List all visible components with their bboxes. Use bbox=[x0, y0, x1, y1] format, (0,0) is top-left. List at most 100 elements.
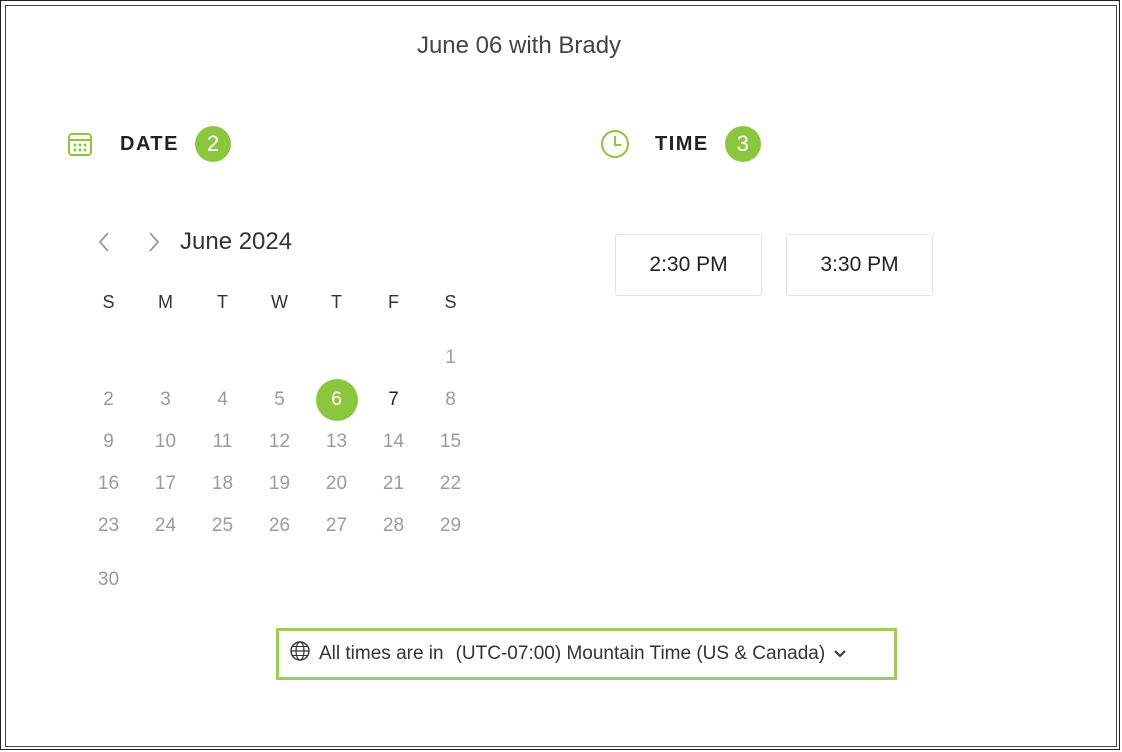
calendar-day-unavailable: 25 bbox=[194, 505, 251, 547]
calendar-day-unavailable: 11 bbox=[194, 421, 251, 463]
calendar-icon bbox=[64, 128, 96, 160]
calendar-month-label: June 2024 bbox=[180, 228, 293, 255]
calendar-day-number: 15 bbox=[439, 431, 462, 452]
time-slot-button[interactable]: 2:30 PM bbox=[615, 234, 762, 296]
calendar-navigation: June 2024 bbox=[92, 224, 292, 260]
time-step-badge: 3 bbox=[724, 126, 761, 162]
calendar-day-unavailable: 20 bbox=[308, 463, 365, 505]
calendar-empty-cell bbox=[365, 559, 422, 601]
weekday-header-row: SMTWTFS bbox=[80, 292, 479, 313]
calendar-day-unavailable: 5 bbox=[251, 379, 308, 421]
calendar-day-number: 24 bbox=[154, 515, 177, 536]
calendar-day-number: 22 bbox=[439, 473, 462, 494]
calendar-day-number: 19 bbox=[268, 473, 291, 494]
chevron-left-icon bbox=[98, 232, 109, 252]
clock-icon bbox=[599, 128, 631, 160]
calendar-day-unavailable: 1 bbox=[422, 337, 479, 379]
calendar-day-number: 9 bbox=[103, 431, 114, 452]
calendar-day-available[interactable]: 7 bbox=[365, 379, 422, 421]
calendar-day-number: 7 bbox=[388, 389, 399, 410]
calendar-empty-cell bbox=[194, 337, 251, 379]
calendar-day-unavailable: 10 bbox=[137, 421, 194, 463]
calendar-day-unavailable: 16 bbox=[80, 463, 137, 505]
calendar-empty-cell bbox=[137, 559, 194, 601]
weekday-label: T bbox=[217, 292, 228, 312]
calendar-empty-cell bbox=[308, 337, 365, 379]
calendar-empty-cell bbox=[251, 337, 308, 379]
date-section-label: DATE bbox=[120, 132, 179, 155]
timezone-select[interactable]: All times are in (UTC-07:00) Mountain Ti… bbox=[276, 628, 897, 680]
weekday-label: S bbox=[102, 292, 115, 312]
calendar-day-number: 17 bbox=[154, 473, 177, 494]
chevron-down-icon bbox=[833, 649, 847, 659]
calendar-day-unavailable: 28 bbox=[365, 505, 422, 547]
calendar-day-selected[interactable]: 6 bbox=[308, 379, 365, 421]
calendar-day-number: 14 bbox=[382, 431, 405, 452]
calendar-day-unavailable: 30 bbox=[80, 559, 137, 601]
calendar-week-row: 2 3 4 5 6 7 8 bbox=[80, 379, 479, 421]
calendar-day-unavailable: 4 bbox=[194, 379, 251, 421]
time-slot-button[interactable]: 3:30 PM bbox=[786, 234, 933, 296]
calendar-empty-cell bbox=[365, 337, 422, 379]
globe-icon bbox=[289, 640, 311, 668]
calendar-week-row: 9 10 11 12 13 14 15 bbox=[80, 421, 479, 463]
calendar-day-unavailable: 27 bbox=[308, 505, 365, 547]
calendar-day-number: 6 bbox=[315, 379, 358, 421]
calendar-day-unavailable: 26 bbox=[251, 505, 308, 547]
time-section-header: TIME 3 bbox=[599, 126, 761, 162]
calendar-day-number: 3 bbox=[160, 389, 171, 410]
calendar-day-unavailable: 17 bbox=[137, 463, 194, 505]
calendar-empty-cell bbox=[251, 559, 308, 601]
calendar-empty-cell bbox=[422, 559, 479, 601]
calendar-day-unavailable: 21 bbox=[365, 463, 422, 505]
calendar-day-number: 4 bbox=[217, 389, 228, 410]
calendar-day-unavailable: 12 bbox=[251, 421, 308, 463]
calendar-day-number: 12 bbox=[268, 431, 291, 452]
calendar-day-number: 18 bbox=[211, 473, 234, 494]
calendar-day-number: 20 bbox=[325, 473, 348, 494]
calendar-empty-cell bbox=[80, 337, 137, 379]
calendar-day-number: 28 bbox=[382, 515, 405, 536]
calendar-day-unavailable: 18 bbox=[194, 463, 251, 505]
weekday-label: S bbox=[444, 292, 457, 312]
calendar-empty-cell bbox=[137, 337, 194, 379]
calendar-week-row: 1 bbox=[80, 337, 479, 379]
calendar-day-unavailable: 23 bbox=[80, 505, 137, 547]
weekday-label: W bbox=[271, 292, 288, 312]
calendar-week-row: 16 17 18 19 20 21 22 bbox=[80, 463, 479, 505]
calendar-week-row: 30 bbox=[80, 559, 479, 601]
next-month-button[interactable] bbox=[142, 224, 166, 260]
calendar-day-unavailable: 29 bbox=[422, 505, 479, 547]
calendar-day-number: 30 bbox=[97, 569, 120, 590]
calendar-week-row: 23 24 25 26 27 28 29 bbox=[80, 505, 479, 547]
calendar-day-number: 13 bbox=[325, 431, 348, 452]
date-step-badge: 2 bbox=[194, 126, 231, 162]
calendar-day-number: 21 bbox=[382, 473, 405, 494]
calendar-day-number: 23 bbox=[97, 515, 120, 536]
calendar-day-number: 25 bbox=[211, 515, 234, 536]
page-title: June 06 with Brady bbox=[416, 32, 622, 59]
calendar-day-number: 29 bbox=[439, 515, 462, 536]
date-section-header: DATE 2 bbox=[64, 126, 231, 162]
window-frame: June 06 with Brady DATE 2 TIME 3 June 20… bbox=[0, 0, 1120, 750]
chevron-right-icon bbox=[149, 232, 160, 252]
weekday-label: M bbox=[158, 292, 173, 312]
calendar-day-unavailable: 13 bbox=[308, 421, 365, 463]
calendar-day-unavailable: 8 bbox=[422, 379, 479, 421]
timezone-prefix: All times are in bbox=[319, 643, 444, 664]
scheduler-panel: June 06 with Brady DATE 2 TIME 3 June 20… bbox=[5, 5, 1117, 747]
calendar-day-number: 11 bbox=[212, 431, 233, 452]
calendar-day-unavailable: 3 bbox=[137, 379, 194, 421]
calendar-day-number: 5 bbox=[274, 389, 285, 410]
calendar-day-number: 8 bbox=[445, 389, 456, 410]
calendar-day-unavailable: 15 bbox=[422, 421, 479, 463]
previous-month-button[interactable] bbox=[92, 224, 116, 260]
calendar-empty-cell bbox=[194, 559, 251, 601]
calendar-day-grid: 1 2 3 4 5 6 7 8 9 10 11 12 13 14 15 16 17 18 19 20 21 22 23 24 2… bbox=[80, 337, 479, 601]
time-slot-list: 2:30 PM 3:30 PM bbox=[615, 234, 933, 296]
calendar-day-number: 2 bbox=[103, 389, 114, 410]
calendar-day-number: 1 bbox=[445, 347, 456, 368]
time-section-label: TIME bbox=[655, 132, 709, 155]
calendar-day-unavailable: 2 bbox=[80, 379, 137, 421]
calendar-day-number: 16 bbox=[97, 473, 120, 494]
